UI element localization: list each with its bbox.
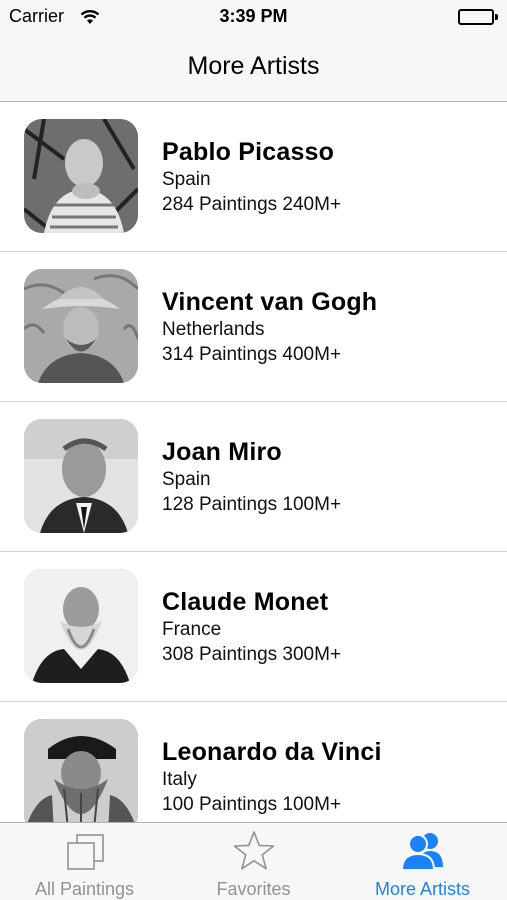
artist-country: Italy: [162, 769, 197, 790]
tab-more-artists[interactable]: More Artists: [338, 823, 507, 900]
tab-all-paintings[interactable]: All Paintings: [0, 823, 169, 900]
clock: 3:39 PM: [219, 6, 288, 26]
stacked-squares-icon: [0, 829, 169, 873]
tab-favorites[interactable]: Favorites: [169, 823, 338, 900]
artist-stats: 314 Paintings 400M+: [162, 344, 342, 365]
tab-label: More Artists: [374, 879, 471, 899]
navigation-bar: More Artists: [0, 34, 507, 102]
artist-stats: 100 Paintings 100M+: [162, 794, 342, 815]
artist-country: Spain: [162, 169, 211, 190]
tab-bar: All Paintings Favorites More Artists: [0, 822, 507, 900]
star-icon: [169, 829, 338, 873]
battery-icon: [458, 9, 498, 25]
artist-name: Vincent van Gogh: [162, 288, 378, 316]
tab-label: All Paintings: [34, 879, 135, 899]
artist-photo: [24, 419, 138, 533]
artist-photo: [24, 119, 138, 233]
artist-name: Joan Miro: [162, 438, 282, 466]
artist-name: Pablo Picasso: [162, 138, 335, 166]
tab-label: Favorites: [216, 879, 291, 899]
artist-row-monet[interactable]: Claude Monet France 308 Paintings 300M+: [0, 552, 507, 702]
artist-stats: 128 Paintings 100M+: [162, 494, 342, 515]
artist-name: Leonardo da Vinci: [162, 738, 382, 766]
artist-country: Spain: [162, 469, 211, 490]
artist-photo: [24, 719, 138, 822]
people-icon: [338, 829, 507, 873]
page-title: More Artists: [187, 52, 320, 80]
artist-row-picasso[interactable]: Pablo Picasso Spain 284 Paintings 240M+: [0, 102, 507, 252]
artist-photo: [24, 269, 138, 383]
artist-name: Claude Monet: [162, 588, 329, 616]
status-bar: Carrier 3:39 PM: [0, 0, 507, 34]
artist-list[interactable]: Pablo Picasso Spain 284 Paintings 240M+ …: [0, 102, 507, 822]
artist-country: Netherlands: [162, 319, 265, 340]
artist-stats: 284 Paintings 240M+: [162, 194, 342, 215]
artist-row-van-gogh[interactable]: Vincent van Gogh Netherlands 314 Paintin…: [0, 252, 507, 402]
artist-photo: [24, 569, 138, 683]
artist-stats: 308 Paintings 300M+: [162, 644, 342, 665]
artist-row-da-vinci[interactable]: Leonardo da Vinci Italy 100 Paintings 10…: [0, 702, 507, 822]
artist-row-miro[interactable]: Joan Miro Spain 128 Paintings 100M+: [0, 402, 507, 552]
artist-country: France: [162, 619, 222, 640]
